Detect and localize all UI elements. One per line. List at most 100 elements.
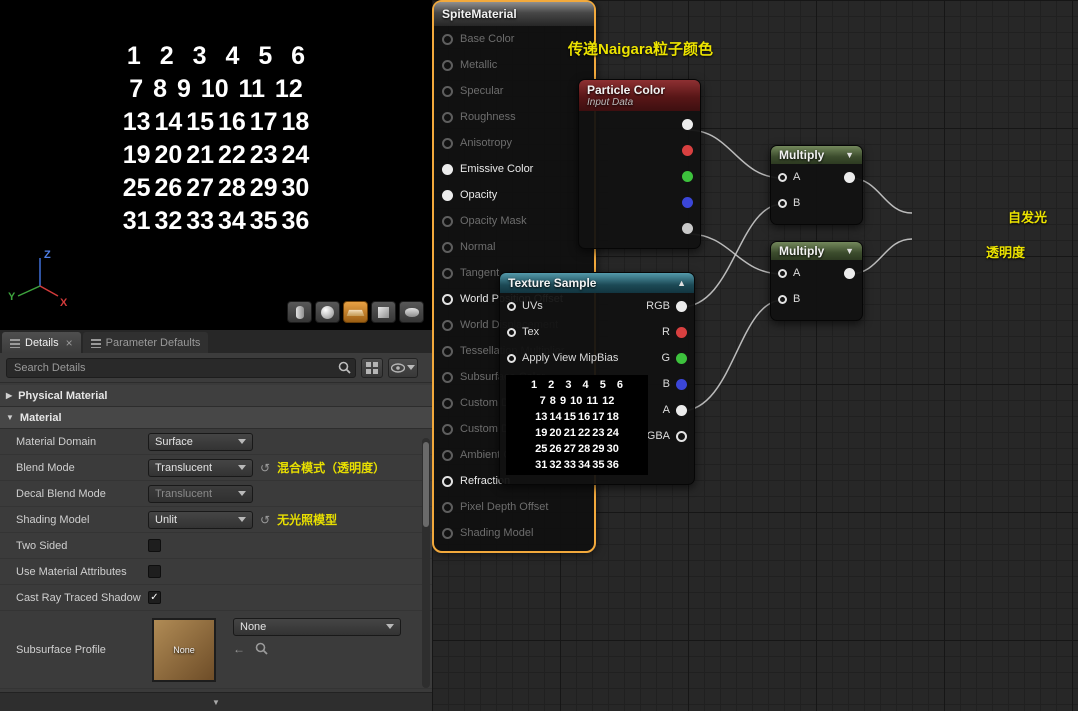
property-matrix-button[interactable] [361, 357, 383, 378]
preview-teapot-button[interactable] [399, 301, 424, 323]
output-pin-rgb[interactable] [676, 300, 687, 312]
view-options-button[interactable] [388, 357, 418, 378]
input-pin-a[interactable] [778, 268, 787, 278]
output-pin-r[interactable] [676, 326, 687, 338]
material-pin-opacity-mask[interactable]: Opacity Mask [434, 208, 594, 234]
output-pin-g[interactable] [676, 352, 687, 364]
preview-cylinder-button[interactable] [287, 301, 312, 323]
collapse-up-icon[interactable]: ▲ [677, 278, 686, 288]
material-pin-pixel-depth-offset[interactable]: Pixel Depth Offset [434, 494, 594, 520]
material-pin-anisotropy[interactable]: Anisotropy [434, 130, 594, 156]
preview-plane-button[interactable] [343, 301, 368, 323]
pin-icon[interactable] [442, 423, 453, 435]
material-pin-emissive-color[interactable]: Emissive Color [434, 156, 594, 182]
property-row-two-sided: Two Sided [0, 533, 432, 559]
material-pin-normal[interactable]: Normal [434, 234, 594, 260]
input-pin-tex[interactable] [507, 327, 516, 337]
section-expanded-icon[interactable]: ▼ [6, 413, 14, 422]
output-pin-result[interactable] [844, 268, 855, 279]
pin-icon[interactable] [442, 319, 453, 331]
chevron-down-icon[interactable]: ▼ [845, 246, 854, 256]
two-sided-checkbox[interactable] [148, 539, 161, 552]
pin-icon[interactable] [442, 85, 453, 97]
pin-icon[interactable] [442, 293, 453, 305]
output-pin-a[interactable] [682, 222, 693, 234]
details-bottom-expander[interactable]: ▼ [0, 692, 432, 711]
input-pin-apply-view-mipbias[interactable] [507, 353, 516, 363]
use-material-attributes-checkbox[interactable] [148, 565, 161, 578]
pin-icon[interactable] [442, 215, 453, 227]
use-selected-asset-icon[interactable]: ← [233, 642, 245, 656]
input-pin-b[interactable] [778, 198, 787, 208]
close-icon[interactable]: × [66, 336, 73, 350]
pin-icon[interactable] [442, 449, 453, 461]
material-pin-opacity[interactable]: Opacity [434, 182, 594, 208]
shading-model-annotation: 无光照模型 [277, 513, 338, 527]
search-input[interactable] [6, 357, 356, 378]
chevron-down-icon[interactable]: ▼ [845, 150, 854, 160]
pin-icon[interactable] [442, 345, 453, 357]
pin-icon[interactable] [442, 163, 453, 175]
browse-to-asset-icon[interactable] [255, 642, 268, 655]
output-pin-rgb[interactable] [682, 118, 693, 130]
grid-icon [366, 361, 378, 374]
node-multiply-2[interactable]: Multiply ▼ A B [770, 241, 863, 321]
node-texture-sample[interactable]: Texture Sample ▲ UVs RGB Tex R Apply Vie… [499, 272, 695, 485]
shading-model-dropdown[interactable]: Unlit [148, 510, 253, 529]
pin-icon[interactable] [442, 111, 453, 123]
material-pin-base-color[interactable]: Base Color [434, 26, 594, 52]
material-pin-metallic[interactable]: Metallic [434, 52, 594, 78]
section-material[interactable]: ▼ Material [0, 407, 432, 429]
material-domain-dropdown[interactable]: Surface [148, 432, 253, 451]
node-particle-color[interactable]: Particle Color Input Data [578, 79, 701, 249]
blend-mode-dropdown[interactable]: Translucent [148, 458, 253, 477]
material-preview-viewport[interactable]: 1 2 3 4 5 6 7 8 9 10 11 12 13 14 15 16 1… [0, 0, 432, 330]
cast-ray-traced-shadow-checkbox[interactable]: ✓ [148, 591, 161, 604]
pin-icon[interactable] [442, 371, 453, 383]
output-pin-result[interactable] [844, 172, 855, 183]
reset-to-default-icon[interactable]: ↺ [260, 513, 270, 527]
wire[interactable] [680, 299, 784, 412]
blend-mode-annotation: 混合模式（透明度） [277, 461, 386, 475]
pin-icon[interactable] [442, 33, 453, 45]
material-pin-roughness[interactable]: Roughness [434, 104, 594, 130]
tab-parameter-defaults[interactable]: Parameter Defaults [82, 332, 209, 353]
node-multiply-1[interactable]: Multiply ▼ A B [770, 145, 863, 225]
output-pin-g[interactable] [682, 170, 693, 182]
pin-icon[interactable] [442, 59, 453, 71]
details-scrollbar[interactable] [422, 438, 430, 688]
section-physical-material[interactable]: ▶ Physical Material [0, 385, 432, 407]
pin-icon[interactable] [442, 267, 453, 279]
input-pin-a[interactable] [778, 172, 787, 182]
pin-icon[interactable] [442, 527, 453, 539]
output-pin-b[interactable] [682, 196, 693, 208]
section-collapsed-icon[interactable]: ▶ [6, 391, 12, 400]
pin-icon[interactable] [442, 475, 453, 487]
preview-cube-button[interactable] [371, 301, 396, 323]
scrollbar-thumb[interactable] [423, 442, 429, 527]
pin-icon[interactable] [442, 189, 453, 201]
reset-to-default-icon[interactable]: ↺ [260, 461, 270, 475]
preview-sphere-button[interactable] [315, 301, 340, 323]
pin-icon[interactable] [442, 397, 453, 409]
property-row-blend-mode: Blend Mode Translucent ↺ 混合模式（透明度） [0, 455, 432, 481]
chevron-down-icon [238, 491, 246, 496]
number-row: 31 32 33 34 35 36 [122, 207, 310, 235]
material-pin-specular[interactable]: Specular [434, 78, 594, 104]
pin-icon[interactable] [442, 501, 453, 513]
material-graph-canvas[interactable]: 传递Naigara粒子颜色 自发光 透明度 Particle Color Inp… [432, 0, 1078, 711]
output-pin-b[interactable] [676, 378, 687, 390]
material-pin-shading-model[interactable]: Shading Model [434, 520, 594, 546]
pin-icon[interactable] [442, 241, 453, 253]
input-pin-b[interactable] [778, 294, 787, 304]
output-pin-a[interactable] [676, 404, 687, 416]
output-pin-rgba[interactable] [676, 430, 687, 442]
wire[interactable] [687, 129, 784, 179]
input-pin-uvs[interactable] [507, 301, 516, 311]
pin-icon[interactable] [442, 137, 453, 149]
tab-details[interactable]: Details × [2, 332, 81, 353]
subsurface-profile-thumbnail[interactable]: None [152, 617, 216, 682]
subsurface-profile-dropdown[interactable]: None [233, 617, 401, 636]
search-icon[interactable] [338, 361, 351, 374]
output-pin-r[interactable] [682, 144, 693, 156]
